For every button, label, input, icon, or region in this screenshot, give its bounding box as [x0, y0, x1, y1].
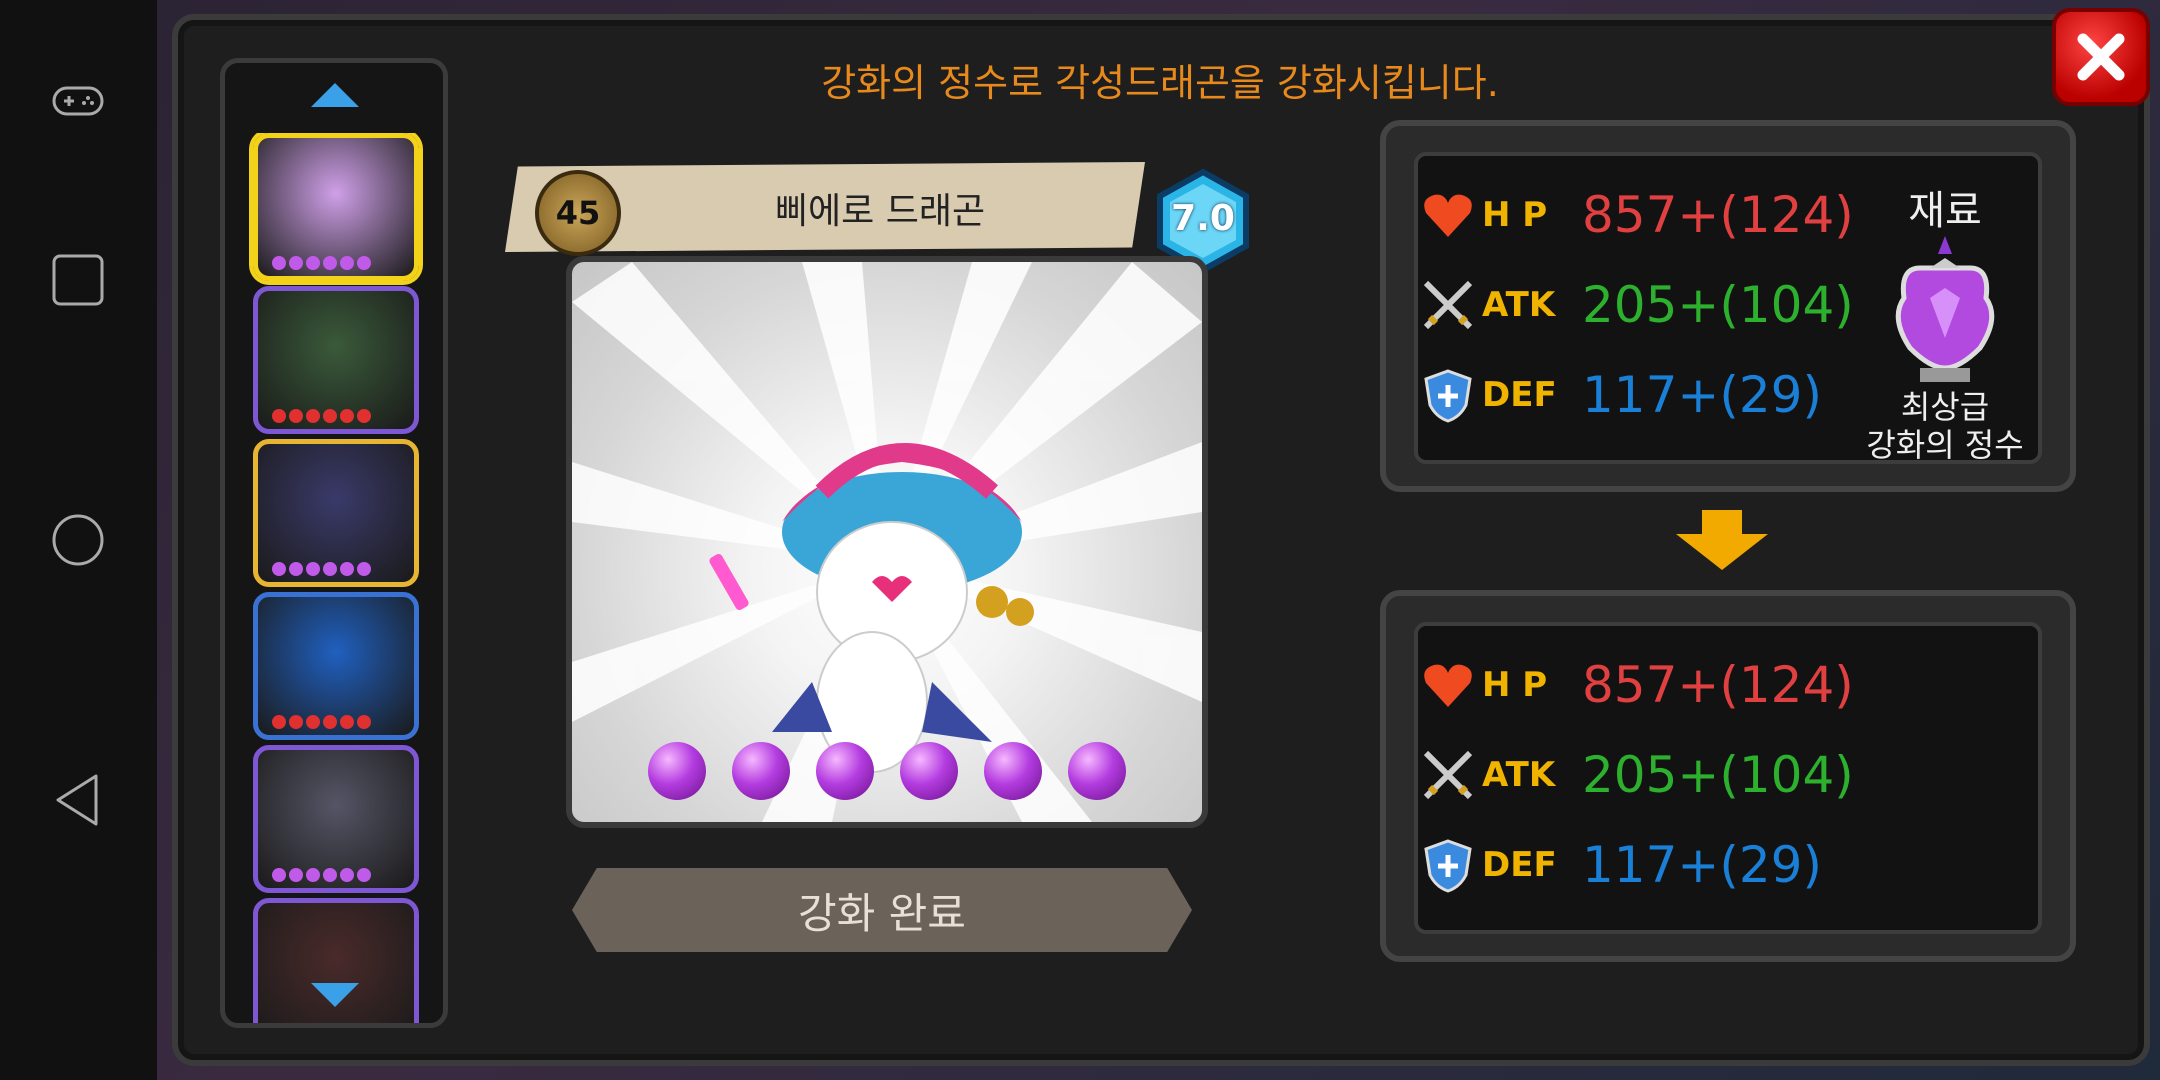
- close-button[interactable]: [2052, 8, 2150, 106]
- star-dot: [340, 868, 354, 882]
- star-orb: [816, 742, 874, 800]
- dragon-list[interactable]: [220, 58, 448, 1028]
- star-dot: [357, 715, 371, 729]
- def-value: 117+(29): [1582, 366, 1822, 424]
- after-def-row: DEF 117+(29): [1420, 836, 1822, 894]
- level-badge: 45: [535, 170, 621, 256]
- star-orb: [984, 742, 1042, 800]
- scroll-up-icon[interactable]: [309, 81, 361, 109]
- star-dots: [272, 256, 371, 270]
- star-dot: [340, 715, 354, 729]
- star-dot: [289, 562, 303, 576]
- star-dots: [272, 409, 371, 423]
- atk-label: ATK: [1482, 285, 1556, 325]
- star-dot: [272, 868, 286, 882]
- star-dot: [323, 409, 337, 423]
- star-dots: [272, 715, 371, 729]
- def-label: DEF: [1482, 375, 1557, 415]
- atk-value: 205+(104): [1582, 746, 1854, 804]
- pierrot-dragon-thumb[interactable]: [253, 133, 419, 281]
- before-def-row: DEF 117+(29): [1420, 366, 1822, 424]
- star-orbs: [648, 742, 1126, 800]
- star-dots: [272, 868, 371, 882]
- sunburst-rays: [572, 262, 1202, 822]
- star-dot: [272, 409, 286, 423]
- dragon-slots: [225, 133, 443, 1023]
- star-dot: [272, 562, 286, 576]
- star-dot: [323, 256, 337, 270]
- star-dot: [306, 256, 320, 270]
- star-dot: [272, 715, 286, 729]
- bandage-dragon-thumb[interactable]: [253, 745, 419, 893]
- hp-label: H P: [1482, 665, 1548, 705]
- heart-icon: [1424, 664, 1472, 707]
- star-dot: [306, 715, 320, 729]
- star-dot: [289, 409, 303, 423]
- after-atk-row: ATK 205+(104): [1420, 746, 1854, 804]
- shield-icon: [1424, 839, 1472, 893]
- home-icon[interactable]: [48, 510, 108, 570]
- def-label: DEF: [1482, 845, 1557, 885]
- essence-potion-icon: [1895, 236, 1995, 382]
- star-orb: [900, 742, 958, 800]
- atk-value: 205+(104): [1582, 276, 1854, 334]
- star-orb: [1068, 742, 1126, 800]
- star-dots: [272, 562, 371, 576]
- armored-dragon-thumb[interactable]: [253, 439, 419, 587]
- star-dot: [357, 256, 371, 270]
- back-icon[interactable]: [48, 770, 108, 830]
- star-dot: [323, 562, 337, 576]
- moon-dragon-thumb[interactable]: [253, 592, 419, 740]
- star-dot: [306, 409, 320, 423]
- star-dot: [323, 868, 337, 882]
- recent-apps-icon[interactable]: [48, 250, 108, 310]
- dragon-portrait: [566, 256, 1208, 828]
- star-dot: [306, 868, 320, 882]
- star-dot: [357, 409, 371, 423]
- hp-label: H P: [1482, 195, 1548, 235]
- before-atk-row: ATK 205+(104): [1420, 276, 1854, 334]
- hp-value: 857+(124): [1582, 656, 1854, 714]
- enhance-complete-button[interactable]: 강화 완료: [572, 868, 1192, 952]
- star-dot: [306, 562, 320, 576]
- after-hp-row: H P 857+(124): [1420, 656, 1854, 714]
- system-nav-bar: [0, 0, 157, 1080]
- star-dot: [357, 562, 371, 576]
- star-dot: [289, 256, 303, 270]
- down-arrow-icon: [1676, 510, 1768, 570]
- crossed-swords-icon: [1423, 280, 1473, 330]
- close-icon: [2077, 33, 2125, 81]
- grade-value: 7.0: [1171, 198, 1235, 239]
- gamepad-icon[interactable]: [48, 70, 108, 130]
- star-dot: [340, 256, 354, 270]
- star-dot: [289, 868, 303, 882]
- instruction-text: 강화의 정수로 각성드래곤을 강화시킵니다.: [821, 61, 1499, 105]
- material-name: 최상급 강화의 정수: [1866, 388, 2024, 464]
- star-dot: [340, 562, 354, 576]
- star-orb: [648, 742, 706, 800]
- heart-icon: [1424, 194, 1472, 237]
- before-hp-row: H P 857+(124): [1420, 186, 1854, 244]
- dark-spike-dragon-thumb[interactable]: [253, 286, 419, 434]
- crossed-swords-icon: [1423, 750, 1473, 800]
- scroll-down-icon[interactable]: [309, 981, 361, 1009]
- star-dot: [272, 256, 286, 270]
- atk-label: ATK: [1482, 755, 1556, 795]
- star-dot: [289, 715, 303, 729]
- def-value: 117+(29): [1582, 836, 1822, 894]
- star-dot: [323, 715, 337, 729]
- star-orb: [732, 742, 790, 800]
- star-dot: [340, 409, 354, 423]
- shield-icon: [1424, 369, 1472, 423]
- dragon-name: 삐에로 드래곤: [774, 191, 986, 232]
- star-dot: [357, 868, 371, 882]
- hp-value: 857+(124): [1582, 186, 1854, 244]
